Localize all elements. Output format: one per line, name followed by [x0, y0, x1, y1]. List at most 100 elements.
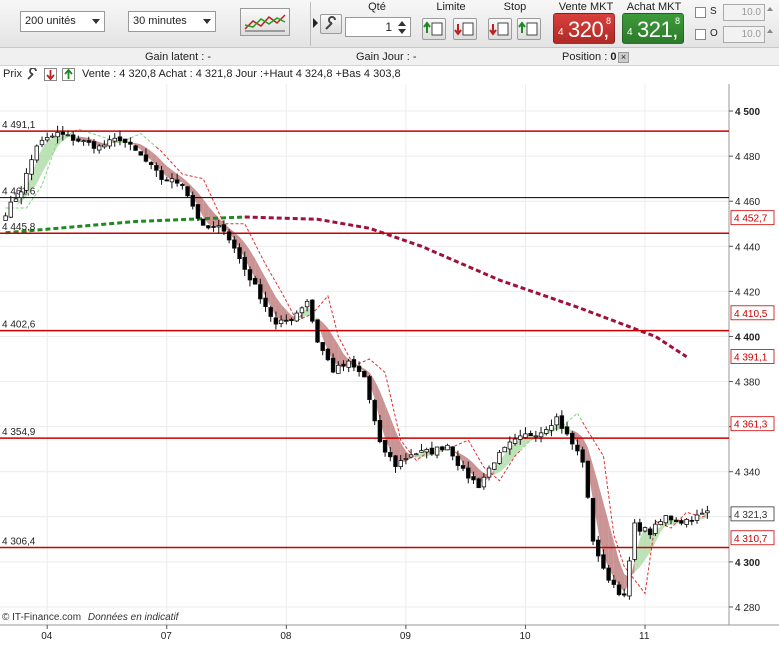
candle-body [393, 455, 398, 468]
buy-price-suffix: 8 [674, 16, 680, 26]
candle-body [705, 510, 710, 514]
candle-body [445, 444, 450, 451]
candle-body [242, 256, 247, 270]
candle-body [86, 140, 91, 143]
candle-body [528, 433, 533, 437]
candle-body [538, 432, 544, 438]
gain-jour-label: Gain Jour : [356, 51, 410, 63]
right-label-text: 4 452,7 [734, 214, 768, 225]
candle-body [647, 528, 653, 536]
wrench-icon[interactable] [26, 68, 38, 81]
candle-body [294, 312, 299, 322]
gain-latent-value: - [207, 51, 212, 63]
buy-price-main: 321, [637, 17, 678, 42]
price-chart[interactable]: 4 491,1 4 461,6 4 445,8 4 402,6 4 354,9 4 306… [0, 84, 779, 653]
o-value-input[interactable]: 10.0 [723, 26, 765, 43]
candle-body [689, 519, 695, 522]
candle-body [232, 239, 237, 249]
stepper-up-icon[interactable] [398, 21, 406, 26]
candle-body [507, 441, 513, 450]
s-checkbox[interactable] [695, 7, 706, 18]
candle-body [289, 318, 294, 322]
candle-body [414, 453, 419, 456]
sell-mkt-label: Vente MKT [558, 1, 614, 13]
y-tick-label: 4 400 [735, 332, 760, 343]
candle-body [497, 451, 502, 464]
prix-label: Prix [3, 68, 22, 80]
chart-indicators-button[interactable] [240, 8, 290, 36]
level-label: 4 461,6 [2, 187, 36, 198]
buy-arrow-icon[interactable] [62, 68, 75, 81]
sell-mkt-button[interactable]: 4 320, 8 [553, 13, 615, 44]
o-checkbox[interactable] [695, 29, 706, 40]
candle-body [200, 218, 206, 226]
candle-body [679, 520, 684, 524]
candle-body [372, 399, 377, 422]
stepper-down-icon[interactable] [398, 29, 406, 34]
candle-body [226, 231, 232, 241]
o-stepper-icon[interactable] [767, 29, 773, 33]
candle-body [159, 170, 164, 180]
sell-arrow-icon[interactable] [44, 68, 57, 81]
candle-body [544, 429, 549, 434]
x-tick-label: 04 [41, 631, 53, 642]
order-panel-separator [310, 2, 311, 46]
y-tick-label: 4 380 [735, 378, 760, 389]
candle-body [549, 425, 554, 431]
limit-buy-button[interactable] [422, 18, 446, 40]
right-label-text: 4 361,3 [734, 420, 768, 431]
candle-body [102, 144, 107, 148]
toolbar: 200 unités 30 minutes Qté 1 Limite Stop … [0, 0, 779, 48]
candle-body [606, 567, 611, 581]
buy-mkt-button[interactable]: 4 321, 8 [622, 13, 684, 44]
candle-body [512, 438, 518, 444]
candle-body [190, 194, 195, 207]
candle-body [81, 140, 86, 143]
candle-body [585, 460, 591, 498]
s-value-input[interactable]: 10.0 [723, 4, 765, 21]
candle-body [65, 134, 71, 137]
candle-body [434, 446, 440, 456]
candle-body [346, 360, 351, 368]
qty-stepper[interactable]: 1 [345, 17, 411, 37]
candle-body [143, 154, 149, 162]
candle-body [699, 512, 705, 515]
stop-sell-button[interactable] [488, 18, 512, 40]
units-select-value: 200 unités [25, 15, 76, 27]
interval-select[interactable]: 30 minutes [128, 11, 216, 32]
x-tick-label: 10 [519, 631, 531, 642]
chart-legend-bar: Prix Vente : 4 320,8 Achat : 4 321,8 Jou… [0, 66, 779, 84]
close-position-icon[interactable]: × [618, 52, 629, 63]
expand-arrow-icon[interactable] [313, 18, 318, 28]
candle-body [169, 178, 175, 183]
settings-wrench-button[interactable] [320, 14, 342, 34]
candle-body [673, 519, 679, 523]
stop-buy-button[interactable] [517, 18, 541, 40]
sell-price-suffix: 8 [605, 16, 611, 26]
candle-body [471, 476, 476, 481]
candle-body [637, 522, 643, 532]
candle-body [658, 521, 663, 526]
candle-body [284, 319, 289, 322]
candle-body [310, 299, 315, 322]
candle-body [684, 518, 689, 525]
candle-body [388, 452, 393, 458]
candle-body [91, 141, 97, 149]
chart-background [0, 84, 779, 653]
candle-body [518, 435, 523, 440]
candle-body [564, 426, 570, 435]
candle-body [362, 370, 367, 378]
candle-body [211, 226, 216, 228]
units-select[interactable]: 200 unités [20, 11, 105, 32]
limit-label: Limite [436, 1, 466, 13]
limit-sell-button[interactable] [453, 18, 477, 40]
level-label: 4 402,6 [2, 320, 36, 331]
level-label: 4 354,9 [2, 427, 36, 438]
candle-body [278, 319, 284, 325]
candle-body [627, 560, 632, 597]
candle-body [341, 363, 346, 367]
y-tick-label: 4 440 [735, 242, 760, 253]
quote-summary: Vente : 4 320,8 Achat : 4 321,8 Jour :+H… [82, 68, 401, 80]
candle-body [419, 450, 424, 453]
s-stepper-icon[interactable] [767, 7, 773, 11]
